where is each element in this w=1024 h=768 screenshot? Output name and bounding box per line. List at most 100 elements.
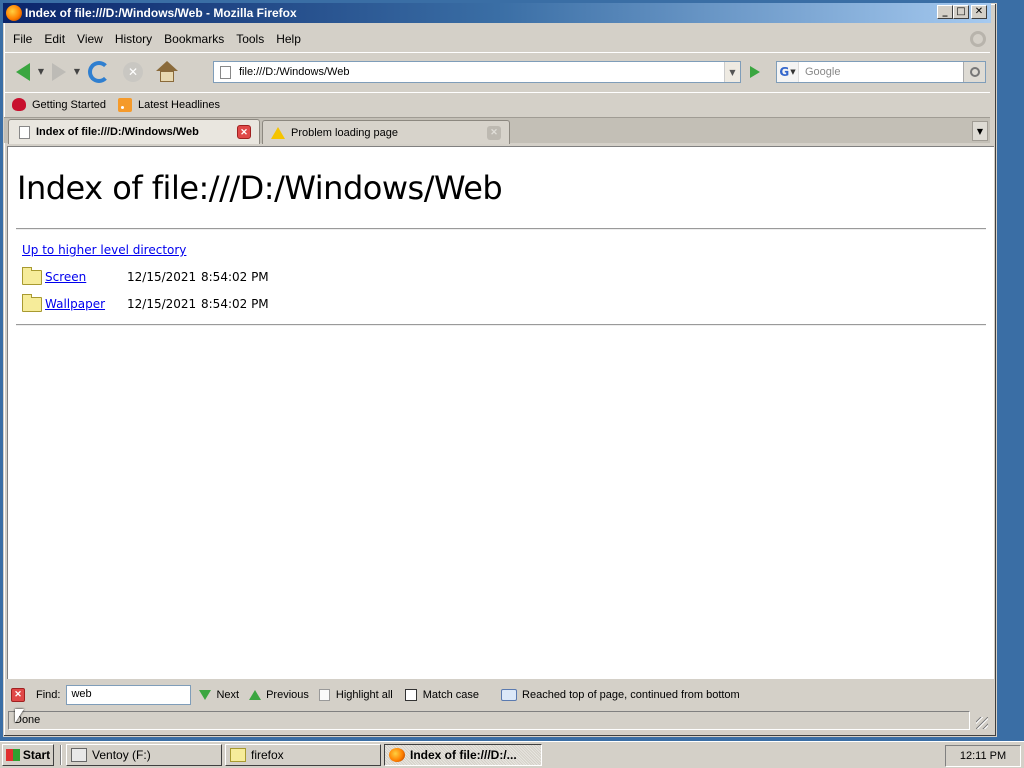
bookmark-latest-headlines[interactable]: Latest Headlines [118, 97, 220, 112]
menu-edit[interactable]: Edit [38, 32, 71, 46]
taskbar-separator [60, 745, 62, 765]
menu-file[interactable]: File [4, 32, 38, 46]
start-button[interactable]: Start [2, 744, 54, 766]
url-history-dropdown[interactable]: ▼ [724, 62, 740, 82]
minimize-button[interactable]: _ [937, 5, 953, 19]
go-button[interactable] [745, 63, 765, 81]
close-tab-icon[interactable]: ✕ [487, 125, 501, 140]
match-case-checkbox[interactable] [404, 688, 417, 701]
menu-bookmarks[interactable]: Bookmarks [158, 32, 230, 46]
find-input[interactable]: web [66, 684, 192, 705]
firefox-bookmark-icon [12, 98, 26, 111]
back-history-dropdown[interactable]: ▼ [36, 67, 46, 76]
match-case-toggle[interactable]: Match case [403, 688, 480, 701]
taskbar: Start Ventoy (F:) firefox Index of file:… [0, 741, 1024, 768]
url-input[interactable]: file:///D:/Windows/Web [239, 66, 724, 78]
resize-grip-icon[interactable] [976, 717, 988, 729]
taskbar-item-label: Ventoy (F:) [92, 748, 151, 762]
directory-row: Wallpaper 12/15/2021 8:54:02 PM [22, 293, 269, 313]
warning-icon [271, 126, 285, 139]
tab-list-button[interactable]: ▼ [972, 121, 988, 141]
taskbar-item-firefox-window[interactable]: Index of file:///D:/... [384, 744, 542, 766]
google-icon: G [779, 65, 790, 79]
window-controls: _ □ ✕ [937, 5, 987, 19]
mouse-cursor-icon [15, 709, 24, 723]
parent-directory-link[interactable]: Up to higher level directory [22, 243, 186, 257]
tab-index-of-web[interactable]: Index of file:///D:/Windows/Web ✕ [8, 119, 260, 144]
highlight-all-label: Highlight all [335, 688, 393, 701]
windows-logo-icon [5, 749, 20, 761]
modified-time: 8:54:02 PM [201, 297, 269, 311]
find-next-label: Next [216, 688, 240, 701]
tab-label: Index of file:///D:/Windows/Web [36, 126, 199, 138]
menu-history[interactable]: History [109, 32, 158, 46]
clock-time: 12:11 PM [959, 750, 1007, 762]
search-button[interactable] [963, 62, 985, 82]
taskbar-item-ventoy[interactable]: Ventoy (F:) [66, 744, 222, 766]
match-case-label: Match case [422, 688, 480, 701]
close-tab-icon[interactable]: ✕ [237, 125, 251, 139]
directory-link-screen[interactable]: Screen [45, 270, 127, 284]
reload-icon [88, 60, 110, 83]
highlight-icon [318, 688, 330, 701]
close-find-bar-icon[interactable]: ✕ [11, 687, 25, 702]
tab-problem-loading[interactable]: Problem loading page ✕ [262, 120, 510, 144]
menu-bar: File Edit View History Bookmarks Tools H… [4, 29, 990, 49]
search-engine-selector[interactable]: G ▼ [777, 62, 799, 82]
location-bar[interactable]: file:///D:/Windows/Web ▼ [213, 61, 741, 83]
tab-label: Problem loading page [291, 126, 399, 139]
highlight-all-button[interactable]: Highlight all [318, 688, 393, 701]
folder-icon [22, 293, 42, 312]
page-title: Index of file:///D:/Windows/Web [17, 169, 503, 207]
title-bar[interactable]: Index of file:///D:/Windows/Web - Mozill… [3, 3, 991, 23]
back-arrow-icon [16, 62, 30, 81]
find-previous-button[interactable]: Previous [249, 689, 309, 701]
stop-icon: ✕ [123, 61, 143, 82]
search-bar[interactable]: G ▼ Google [776, 61, 986, 83]
go-arrow-icon [750, 66, 760, 78]
navigation-toolbar: ▼ ▼ ✕ file:///D:/Windows/Web ▼ G ▼ Google [4, 52, 990, 90]
taskbar-item-label: Index of file:///D:/... [410, 748, 517, 762]
forward-button[interactable] [46, 59, 72, 85]
find-next-button[interactable]: Next [199, 689, 239, 701]
bookmark-label: Latest Headlines [138, 98, 220, 111]
drive-icon [71, 748, 87, 762]
menu-tools[interactable]: Tools [230, 32, 270, 46]
menu-view[interactable]: View [71, 32, 109, 46]
bookmarks-toolbar: Getting Started Latest Headlines [4, 92, 990, 116]
find-bar: ✕ Find: web Next Previous Highlight all … [4, 682, 990, 707]
status-bar: Done [4, 709, 990, 731]
start-label: Start [22, 748, 51, 762]
divider [16, 228, 986, 230]
firefox-app-icon[interactable] [6, 5, 22, 21]
folder-icon [22, 266, 42, 285]
chevron-down-icon: ▼ [790, 68, 796, 76]
maximize-button[interactable]: □ [953, 5, 969, 19]
page-icon [220, 65, 231, 79]
status-text: Done [8, 710, 970, 730]
system-tray-clock[interactable]: 12:11 PM [945, 745, 1021, 767]
stop-button[interactable]: ✕ [120, 59, 146, 85]
home-button[interactable] [154, 59, 180, 85]
taskbar-item-firefox-folder[interactable]: firefox [225, 744, 381, 766]
firefox-icon [389, 748, 405, 762]
rss-feed-icon [118, 97, 132, 112]
tab-strip: Index of file:///D:/Windows/Web ✕ Proble… [4, 117, 990, 144]
reload-button[interactable] [86, 59, 112, 85]
forward-arrow-icon [52, 62, 66, 81]
modified-date: 12/15/2021 [127, 297, 197, 311]
directory-link-wallpaper[interactable]: Wallpaper [45, 297, 127, 311]
search-input[interactable]: Google [799, 66, 963, 78]
home-icon [156, 60, 178, 83]
menu-help[interactable]: Help [270, 32, 307, 46]
back-button[interactable] [10, 59, 36, 85]
window-title: Index of file:///D:/Windows/Web - Mozill… [25, 6, 297, 20]
bookmark-getting-started[interactable]: Getting Started [12, 98, 106, 111]
arrow-up-icon [249, 689, 262, 700]
forward-history-dropdown[interactable]: ▼ [72, 67, 82, 76]
bookmark-label: Getting Started [32, 98, 106, 111]
search-icon [969, 67, 980, 77]
divider [16, 324, 986, 326]
wrapped-search-icon [501, 688, 518, 701]
close-window-button[interactable]: ✕ [971, 5, 987, 19]
